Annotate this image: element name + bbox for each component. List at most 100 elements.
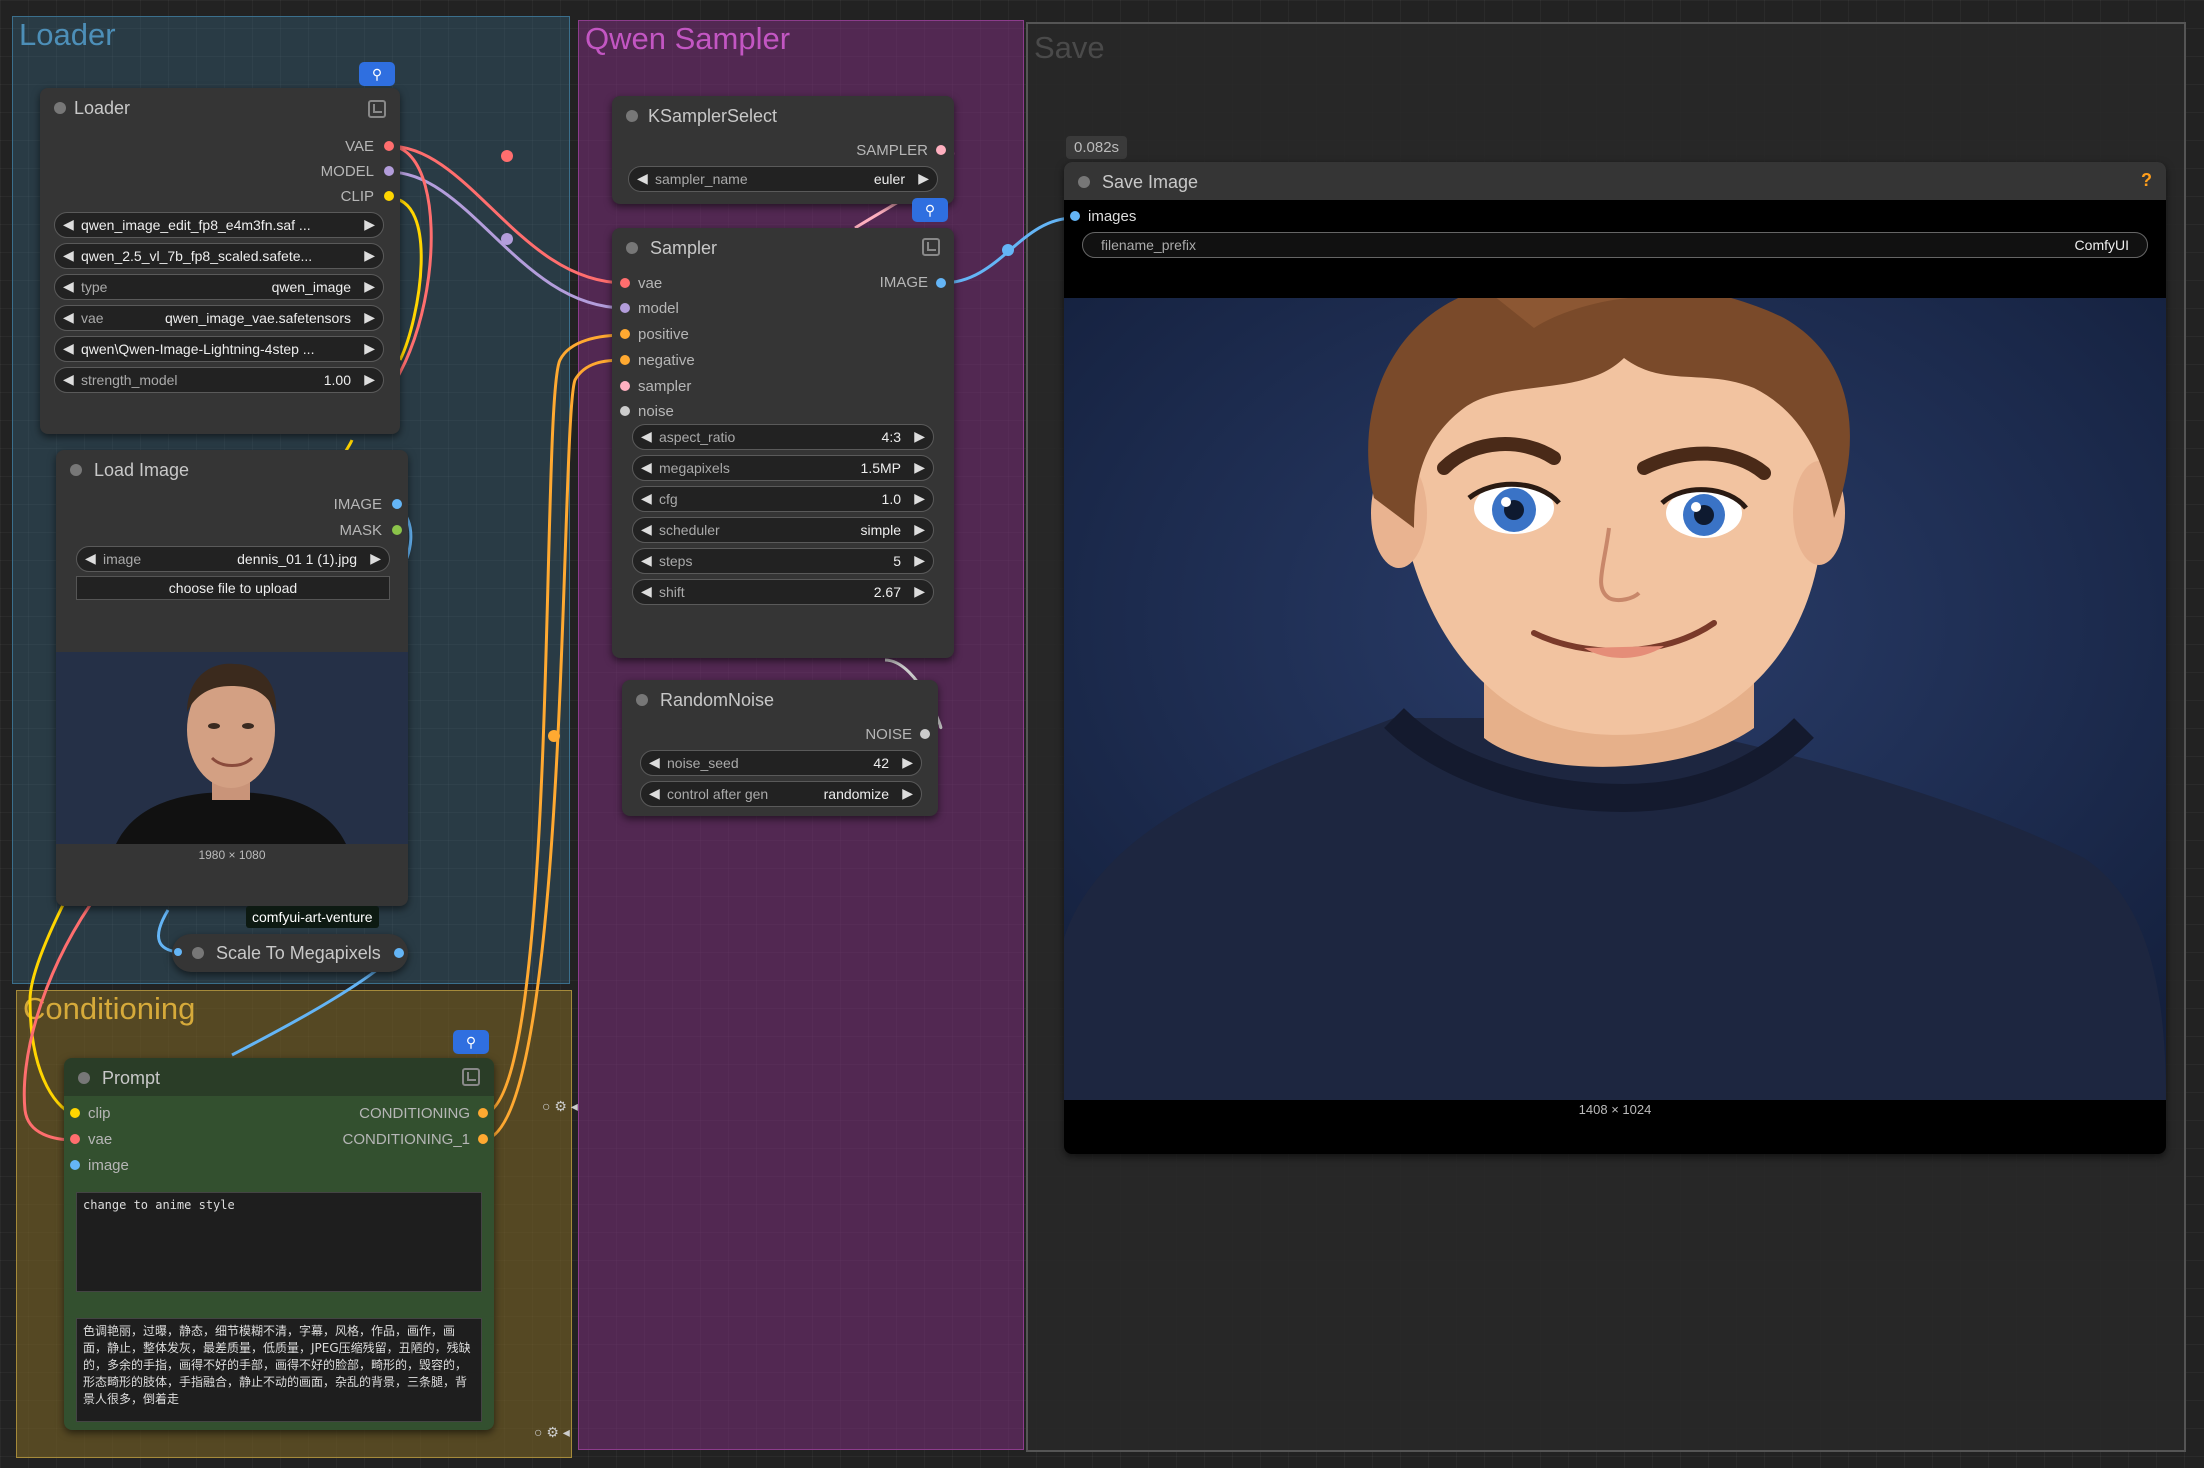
- sampler-node[interactable]: Sampler vae model positive negative samp…: [612, 228, 954, 658]
- node-status-dot: [78, 1072, 90, 1084]
- output-slot-mask[interactable]: [392, 525, 402, 535]
- loader-widget-vae[interactable]: ◀ vae qwen_image_vae.safetensors ▶: [54, 305, 384, 331]
- input-slot-vae[interactable]: [70, 1134, 80, 1144]
- input-slot-images[interactable]: [1070, 211, 1080, 221]
- arrow-left-icon[interactable]: ◀: [63, 247, 74, 264]
- upload-button[interactable]: choose file to upload: [76, 576, 390, 600]
- arrow-left-icon[interactable]: ◀: [85, 550, 96, 567]
- help-icon[interactable]: ?: [2141, 170, 2152, 191]
- input-slot-image[interactable]: [70, 1160, 80, 1170]
- output-label-model: MODEL: [320, 163, 374, 180]
- sampler-widget-shift[interactable]: ◀ shift 2.67 ▶: [632, 579, 934, 605]
- input-slot-sampler[interactable]: [620, 381, 630, 391]
- reroute-controls[interactable]: ○ ⚙ ◂: [542, 1098, 578, 1115]
- output-slot-conditioning-1[interactable]: [478, 1134, 488, 1144]
- arrow-left-icon[interactable]: ◀: [641, 459, 652, 476]
- arrow-right-icon[interactable]: ▶: [918, 170, 929, 187]
- arrow-right-icon[interactable]: ▶: [914, 490, 925, 507]
- input-slot-noise[interactable]: [620, 406, 630, 416]
- arrow-right-icon[interactable]: ▶: [902, 785, 913, 802]
- loader-widget-lora[interactable]: ◀ qwen\Qwen-Image-Lightning-4step ... ▶: [54, 336, 384, 362]
- output-slot-sampler[interactable]: [936, 145, 946, 155]
- output-slot-image[interactable]: [392, 499, 402, 509]
- random-noise-node[interactable]: RandomNoise NOISE ◀ noise_seed 42 ▶ ◀ co…: [622, 680, 938, 816]
- output-slot-noise[interactable]: [920, 729, 930, 739]
- sampler-widget-steps[interactable]: ◀ steps 5 ▶: [632, 548, 934, 574]
- arrow-right-icon[interactable]: ▶: [364, 216, 375, 233]
- noise-widget-control[interactable]: ◀ control after gen randomize ▶: [640, 781, 922, 807]
- arrow-left-icon[interactable]: ◀: [641, 583, 652, 600]
- filename-prefix-input[interactable]: filename_prefix ComfyUI: [1082, 232, 2148, 258]
- arrow-right-icon[interactable]: ▶: [914, 552, 925, 569]
- arrow-right-icon[interactable]: ▶: [902, 754, 913, 771]
- arrow-right-icon[interactable]: ▶: [364, 278, 375, 295]
- arrow-left-icon[interactable]: ◀: [641, 428, 652, 445]
- input-slot-vae[interactable]: [620, 278, 630, 288]
- arrow-left-icon[interactable]: ◀: [641, 552, 652, 569]
- arrow-right-icon[interactable]: ▶: [364, 371, 375, 388]
- execution-time-badge: 0.082s: [1066, 136, 1128, 159]
- load-image-node[interactable]: Load Image IMAGE MASK ◀ image dennis_01 …: [56, 450, 408, 906]
- wire-vae-dot: [501, 150, 513, 162]
- noise-widget-seed[interactable]: ◀ noise_seed 42 ▶: [640, 750, 922, 776]
- sampler-widget-cfg[interactable]: ◀ cfg 1.0 ▶: [632, 486, 934, 512]
- output-slot-vae[interactable]: [384, 141, 394, 151]
- arrow-left-icon[interactable]: ◀: [641, 490, 652, 507]
- loader-node[interactable]: Loader VAE MODEL CLIP ◀ qwen_image_edit_…: [40, 88, 400, 434]
- sampler-widget-megapixels[interactable]: ◀ megapixels 1.5MP ▶: [632, 455, 934, 481]
- arrow-left-icon[interactable]: ◀: [649, 785, 660, 802]
- loader-widget-clip-file[interactable]: ◀ qwen_2.5_vl_7b_fp8_scaled.safete... ▶: [54, 243, 384, 269]
- arrow-left-icon[interactable]: ◀: [63, 278, 74, 295]
- node-status-dot: [70, 464, 82, 476]
- expand-icon[interactable]: [922, 238, 940, 256]
- arrow-left-icon[interactable]: ◀: [641, 521, 652, 538]
- load-image-widget-image[interactable]: ◀ image dennis_01 1 (1).jpg ▶: [76, 546, 390, 572]
- loader-widget-strength[interactable]: ◀ strength_model 1.00 ▶: [54, 367, 384, 393]
- arrow-right-icon[interactable]: ▶: [364, 247, 375, 264]
- prompt-node-title: Prompt: [102, 1068, 161, 1088]
- input-slot-clip[interactable]: [70, 1108, 80, 1118]
- loader-widget-type[interactable]: ◀ type qwen_image ▶: [54, 274, 384, 300]
- output-slot-scale-image[interactable]: [394, 948, 404, 958]
- input-slot-scale-image[interactable]: [174, 948, 182, 956]
- arrow-right-icon[interactable]: ▶: [914, 459, 925, 476]
- sampler-widget-aspect-ratio[interactable]: ◀ aspect_ratio 4:3 ▶: [632, 424, 934, 450]
- arrow-left-icon[interactable]: ◀: [63, 340, 74, 357]
- random-noise-title: RandomNoise: [660, 690, 775, 710]
- expand-icon[interactable]: [462, 1068, 480, 1086]
- arrow-left-icon[interactable]: ◀: [63, 309, 74, 326]
- input-slot-model[interactable]: [620, 303, 630, 313]
- save-image-node[interactable]: Save Image ? images filename_prefix Comf…: [1064, 162, 2166, 1154]
- negative-prompt-textarea[interactable]: 色调艳丽，过曝，静态，细节模糊不清，字幕，风格，作品，画作，画面，静止，整体发灰…: [76, 1318, 482, 1422]
- arrow-left-icon[interactable]: ◀: [649, 754, 660, 771]
- sampler-widget-scheduler[interactable]: ◀ scheduler simple ▶: [632, 517, 934, 543]
- output-image-dimensions: 1408 × 1024: [1578, 1102, 1652, 1117]
- output-slot-image[interactable]: [936, 278, 946, 288]
- arrow-right-icon[interactable]: ▶: [914, 521, 925, 538]
- reroute-controls-lower[interactable]: ○ ⚙ ◂: [534, 1424, 570, 1441]
- ksampler-select-node[interactable]: KSamplerSelect SAMPLER ◀ sampler_name eu…: [612, 96, 954, 204]
- positive-prompt-textarea[interactable]: change to anime style: [76, 1192, 482, 1292]
- arrow-right-icon[interactable]: ▶: [370, 550, 381, 567]
- output-slot-model[interactable]: [384, 166, 394, 176]
- prompt-node[interactable]: Prompt clip vae image CONDITIONING CONDI…: [64, 1058, 494, 1430]
- arrow-right-icon[interactable]: ▶: [914, 583, 925, 600]
- output-slot-clip[interactable]: [384, 191, 394, 201]
- ksampler-widget-sampler-name[interactable]: ◀ sampler_name euler ▶: [628, 166, 938, 192]
- arrow-right-icon[interactable]: ▶: [364, 309, 375, 326]
- loader-widget-model-file[interactable]: ◀ qwen_image_edit_fp8_e4m3fn.saf ... ▶: [54, 212, 384, 238]
- arrow-left-icon[interactable]: ◀: [637, 170, 648, 187]
- node-pin-button[interactable]: ⚲: [359, 62, 395, 86]
- arrow-right-icon[interactable]: ▶: [914, 428, 925, 445]
- expand-icon[interactable]: [368, 100, 386, 118]
- save-image-header[interactable]: [1064, 162, 2166, 200]
- scale-to-megapixels-node[interactable]: Scale To Megapixels: [172, 934, 408, 972]
- arrow-left-icon[interactable]: ◀: [63, 216, 74, 233]
- node-pin-button[interactable]: ⚲: [912, 198, 948, 222]
- input-slot-positive[interactable]: [620, 329, 630, 339]
- arrow-right-icon[interactable]: ▶: [364, 340, 375, 357]
- input-slot-negative[interactable]: [620, 355, 630, 365]
- output-slot-conditioning[interactable]: [478, 1108, 488, 1118]
- arrow-left-icon[interactable]: ◀: [63, 371, 74, 388]
- node-pin-button[interactable]: ⚲: [453, 1030, 489, 1054]
